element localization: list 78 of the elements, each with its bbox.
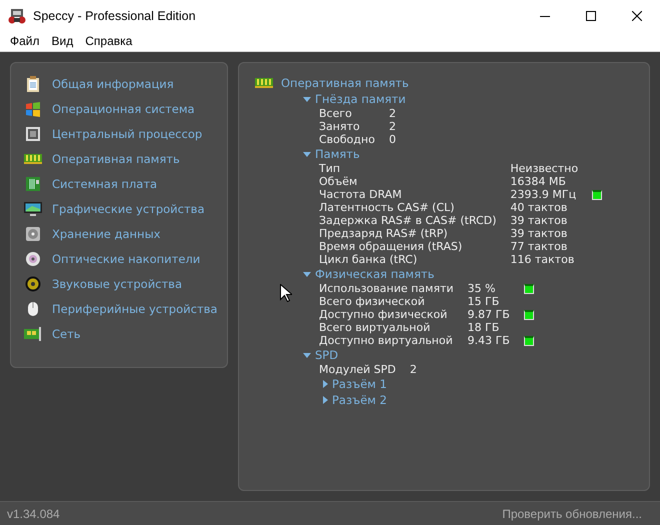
property-label: Тип — [319, 162, 342, 175]
expand-arrow-icon[interactable] — [303, 96, 311, 102]
expand-arrow-icon[interactable] — [303, 272, 311, 276]
chip-icon — [25, 126, 41, 142]
section-title[interactable]: Разъём 1 — [332, 377, 387, 391]
property-value: Неизвестно — [510, 162, 578, 175]
expand-arrow-icon[interactable] — [303, 352, 311, 358]
property-label: Задержка RAS# в CAS# (tRCD) — [319, 214, 496, 227]
app-logo-icon — [8, 8, 26, 24]
sidebar-item[interactable]: Хранение данных — [52, 226, 160, 240]
property-label: Латентность CAS# (CL) — [319, 201, 456, 214]
property-label: Время обращения (tRAS) — [319, 240, 464, 253]
sidebar-item[interactable]: Сеть — [52, 326, 81, 340]
close-icon — [632, 10, 642, 20]
maximize-icon — [586, 10, 596, 20]
sidebar-item[interactable]: Звуковые устройства — [52, 276, 182, 290]
memory-module-icon — [255, 77, 273, 89]
property-label: Свободно — [319, 133, 375, 146]
property-label: Объём — [319, 175, 358, 188]
property-label: Занято — [319, 120, 361, 133]
network-card-icon — [24, 326, 42, 342]
hard-drive-icon — [25, 226, 41, 242]
sidebar-item[interactable]: Системная плата — [52, 176, 158, 190]
menu-item[interactable]: Файл — [4, 34, 46, 48]
property-value: 39 тактов — [510, 227, 568, 240]
property-label: Модулей SPD — [319, 363, 396, 376]
property-value: 39 тактов — [510, 214, 568, 227]
property-value: 0 — [388, 133, 396, 146]
section-title[interactable]: Разъём 2 — [332, 393, 387, 407]
check-updates-link[interactable]: Проверить обновления... — [502, 507, 642, 521]
property-value: 16384 МБ — [510, 175, 567, 188]
property-label: Всего виртуальной — [319, 321, 432, 334]
sidebar-item[interactable]: Операционная система — [52, 102, 195, 116]
sidebar-item[interactable]: Графические устройства — [52, 202, 204, 216]
version-text: v1.34.084 — [7, 507, 60, 521]
property-value: 2393.9 МГц — [510, 188, 578, 201]
property-label: Доступно физической — [319, 308, 448, 321]
property-label: Цикл банка (tRC) — [319, 253, 418, 266]
speaker-icon — [25, 276, 41, 292]
section-title[interactable]: SPD — [315, 348, 338, 362]
sidebar-item[interactable]: Центральный процессор — [52, 126, 202, 140]
property-value: 2 — [388, 120, 396, 133]
section-title[interactable]: Память — [315, 147, 360, 161]
mouse-cursor-icon — [280, 284, 292, 302]
sidebar-item[interactable]: Оптические накопители — [52, 252, 200, 266]
property-value: 116 тактов — [510, 253, 576, 266]
property-value: 9.43 ГБ — [468, 334, 510, 347]
section-title[interactable]: Гнёзда памяти — [315, 92, 406, 106]
property-value: 35 % — [468, 282, 496, 295]
property-value: 18 ГБ — [468, 321, 500, 334]
window-title: Speccy - Professional Edition — [33, 8, 197, 22]
property-value: 9.87 ГБ — [468, 308, 510, 321]
monitor-icon — [24, 200, 42, 216]
section-title[interactable]: Физическая память — [315, 267, 434, 281]
property-label: Всего — [319, 107, 353, 120]
category-title: Оперативная память — [281, 76, 409, 90]
clipboard-icon — [26, 76, 40, 92]
sidebar-item[interactable]: Общая информация — [52, 76, 174, 90]
expand-arrow-icon[interactable] — [303, 152, 311, 156]
property-label: Использование памяти — [319, 282, 454, 295]
sidebar-item[interactable]: Периферийные устройства — [52, 302, 218, 316]
property-label: Предзаряд RAS# (tRP) — [319, 227, 449, 240]
mouse-icon — [27, 300, 39, 316]
property-label: Всего физической — [319, 295, 426, 308]
property-value: 15 ГБ — [468, 295, 500, 308]
memory-module-icon — [24, 152, 42, 164]
menu-item[interactable]: Вид — [46, 34, 80, 48]
sidebar-item[interactable]: Оперативная память — [52, 152, 180, 166]
disc-icon — [25, 250, 41, 266]
property-value: 2 — [388, 107, 396, 120]
property-value: 40 тактов — [510, 201, 568, 214]
menu-item[interactable]: Справка — [79, 34, 138, 48]
property-label: Частота DRAM — [319, 188, 403, 201]
windows-flag-icon — [25, 100, 41, 116]
property-label: Доступно виртуальной — [319, 334, 454, 347]
property-value: 77 тактов — [510, 240, 568, 253]
motherboard-icon — [25, 176, 41, 192]
property-value: 2 — [410, 363, 417, 376]
